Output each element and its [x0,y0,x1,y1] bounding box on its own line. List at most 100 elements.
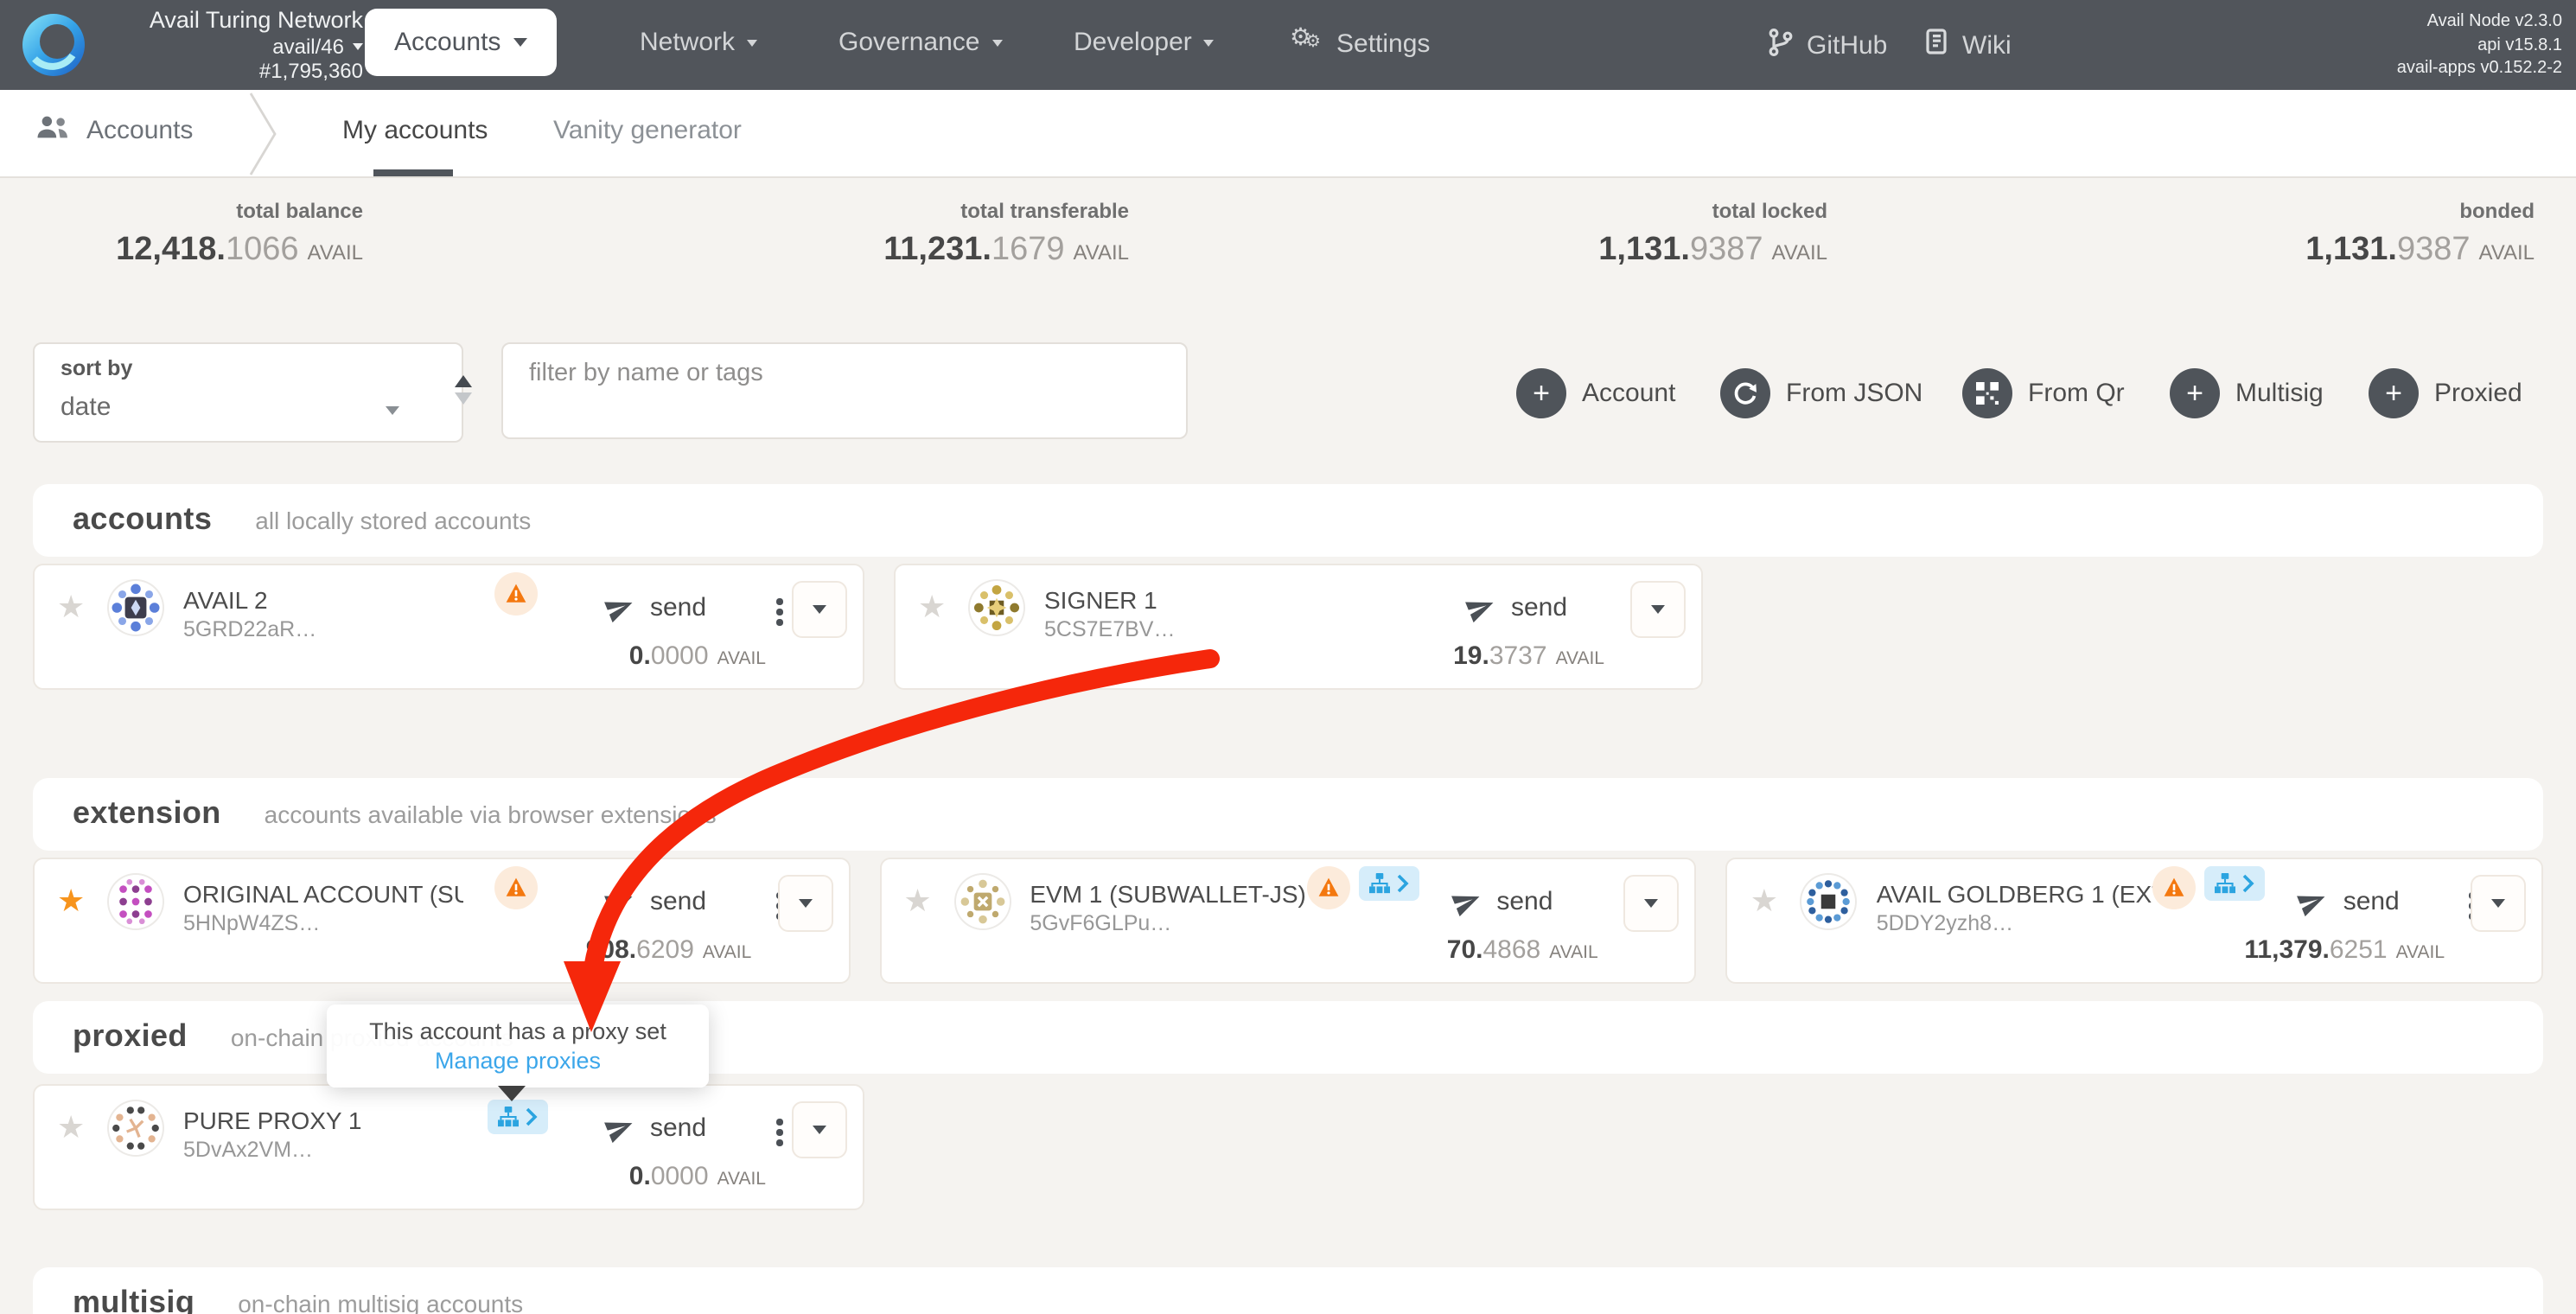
network-name: Avail Turing Network [100,7,363,35]
sitemap-icon [2216,873,2236,894]
chevron-right-icon [2243,873,2255,894]
breadcrumb-chevron-icon [247,92,282,185]
chevron-right-icon [1396,873,1408,894]
nav-accounts[interactable]: Accounts [365,9,556,76]
send-button[interactable]: send [1451,887,1553,916]
send-button[interactable]: send [605,593,706,622]
identicon[interactable] [970,581,1023,635]
expand-button[interactable] [777,875,832,932]
nav-governance[interactable]: Governance [838,28,1002,57]
sitemap-icon [1368,873,1389,894]
identicon[interactable] [955,875,1009,928]
chain-spec: avail/46 [272,35,344,59]
send-button[interactable]: send [2299,887,2400,916]
sort-asc-icon [455,375,472,387]
tab-vanity-generator[interactable]: Vanity generator [553,116,742,145]
menu-button[interactable] [773,595,786,628]
github-link[interactable]: GitHub [1769,28,1887,64]
account-name: AVAIL GOLDBERG 1 (EXTENSI… [1877,880,2157,908]
account-balance: 0.0000AVAIL [629,1162,766,1191]
active-tab-underline [373,169,453,176]
proxy-badge[interactable] [488,1100,548,1134]
add-via-qr-button[interactable]: From Qr [1962,368,2125,418]
send-button[interactable]: send [605,1113,706,1143]
account-card-evm-1: ★ EVM 1 (SUBWALLET-JS) 5GvF6GLPu… [879,858,1696,984]
favorite-star-icon[interactable]: ★ [903,885,931,916]
account-address: 5HNpW4ZS… [183,911,320,935]
account-card-signer-1: ★ SIGNER 1 5CS7E7BV… send 19.3 [894,564,1703,690]
apps-version: avail-apps v0.152.2-2 [2397,57,2562,80]
account-card-original-account: ★ ORIGINAL ACCOUNT (SUBW… 5HNpW4ZS… [33,858,850,984]
paper-plane-icon [1462,589,1500,627]
send-button[interactable]: send [1466,593,1567,622]
identicon[interactable] [109,581,163,635]
chevron-down-icon [1204,39,1215,46]
paper-plane-icon [601,883,639,921]
tooltip-text: This account has a proxy set [327,1017,709,1046]
gears-icon: ⚙⚙ [1290,28,1324,59]
send-button[interactable]: send [605,887,706,916]
filter-input[interactable] [501,342,1188,439]
restore-json-button[interactable]: From JSON [1720,368,1922,418]
add-multisig-button[interactable]: + Multisig [2170,368,2324,418]
section-header-extension: extension accounts available via browser… [33,778,2543,851]
section-header-accounts: accounts all locally stored accounts [33,484,2543,557]
proxy-badge[interactable] [2205,866,2266,901]
expand-button[interactable] [1624,875,1680,932]
paper-plane-icon [1447,883,1485,921]
paper-plane-icon [601,589,639,627]
sort-direction-toggle[interactable] [455,375,472,405]
warning-icon[interactable] [494,572,538,616]
network-info[interactable]: Avail Turing Network avail/46 #1,795,360 [100,7,363,85]
favorite-star-icon[interactable]: ★ [57,1112,85,1143]
tab-my-accounts[interactable]: My accounts [342,116,488,145]
extension-row: ★ ORIGINAL ACCOUNT (SUBW… 5HNpW4ZS… [33,858,2543,984]
chevron-down-icon [798,899,812,908]
expand-button[interactable] [792,581,847,638]
account-address: 5DvAx2VM… [183,1138,313,1162]
account-address: 5DDY2yzh8… [1877,911,2013,935]
identicon[interactable] [109,1101,163,1155]
nav-network[interactable]: Network [640,28,757,57]
favorite-star-icon[interactable]: ★ [57,885,85,916]
users-icon [36,114,69,147]
add-proxied-button[interactable]: + Proxied [2369,368,2522,418]
paper-plane-icon [2294,883,2332,921]
favorite-star-icon[interactable]: ★ [918,591,946,622]
identicon[interactable] [109,875,163,928]
proxy-badge[interactable] [1358,866,1419,901]
manage-proxies-link[interactable]: Manage proxies [327,1046,709,1077]
warning-icon[interactable] [494,866,538,909]
summary-total-balance: total balance 12,418.1066AVAIL [116,199,363,270]
favorite-star-icon[interactable]: ★ [1750,885,1778,916]
expand-button[interactable] [2471,875,2526,932]
sort-dropdown[interactable]: sort by date [33,342,463,443]
menu-button[interactable] [773,1115,786,1149]
account-name: ORIGINAL ACCOUNT (SUBW… [183,880,463,908]
avail-apps-page: Avail Turing Network avail/46 #1,795,360… [0,0,2576,1314]
proxied-row: ★ PURE PROXY 1 5DvAx2VM… [33,1084,2543,1210]
node-version: Avail Node v2.3.0 [2397,10,2562,34]
favorite-star-icon[interactable]: ★ [57,591,85,622]
account-address: 5GRD22aR… [183,617,316,641]
avail-logo-icon[interactable] [21,12,86,78]
chevron-down-icon [1645,899,1659,908]
chevron-down-icon [353,43,363,50]
chevron-down-icon [2491,899,2505,908]
wiki-link[interactable]: Wiki [1924,28,2012,62]
chevron-right-icon [526,1107,538,1127]
add-account-button[interactable]: + Account [1516,368,1675,418]
chevron-down-icon [1651,605,1665,614]
summary-total-locked: total locked 1,131.9387AVAIL [1598,199,1827,270]
nav-developer[interactable]: Developer [1074,28,1215,57]
account-address: 5GvF6GLPu… [1030,911,1171,935]
account-name: AVAIL 2 [183,586,268,614]
sync-icon [1720,368,1770,418]
account-balance: 908.6209AVAIL [586,935,752,965]
expand-button[interactable] [1630,581,1686,638]
warning-icon[interactable] [2153,866,2197,909]
nav-settings[interactable]: ⚙⚙ Settings [1290,28,1430,59]
identicon[interactable] [1802,875,1856,928]
warning-icon[interactable] [1306,866,1349,909]
expand-button[interactable] [792,1101,847,1158]
